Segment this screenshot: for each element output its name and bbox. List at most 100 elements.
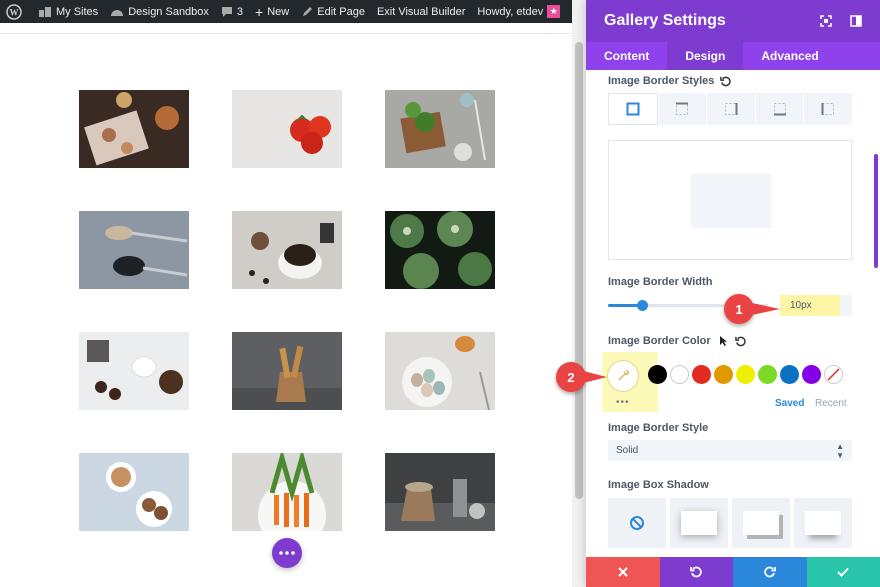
undo-icon [690, 566, 702, 578]
swatch-none[interactable] [824, 365, 843, 384]
eyedropper-icon [618, 370, 629, 381]
gallery-image-tomatoes[interactable] [232, 90, 342, 168]
swatch-purple[interactable] [802, 365, 821, 384]
border-sides-selector [608, 93, 852, 125]
border-width-slider-handle[interactable] [637, 300, 648, 311]
shadow-preview-1 [681, 511, 717, 535]
section-divider [0, 33, 572, 34]
border-preview-element [691, 174, 771, 228]
site-name-label: Design Sandbox [128, 5, 209, 18]
more-dots-icon [279, 551, 295, 555]
dock-panel-icon[interactable] [850, 15, 862, 27]
site-name-menu[interactable]: Design Sandbox [104, 0, 215, 23]
avatar: ★ [547, 5, 561, 18]
shadow-preset-3[interactable] [794, 498, 852, 548]
reset-icon[interactable] [720, 76, 732, 87]
tab-design[interactable]: Design [667, 42, 744, 70]
border-styles-label-row: Image Border Styles [608, 75, 732, 87]
canvas-scrollbar-thumb[interactable] [575, 42, 583, 499]
swatch-white[interactable] [670, 365, 689, 384]
border-width-input[interactable]: 10px [780, 295, 840, 316]
cancel-button[interactable] [586, 557, 660, 587]
box-shadow-label: Image Box Shadow [608, 479, 709, 491]
greeting-label: Howdy, etdev [477, 5, 544, 18]
border-right-icon [724, 103, 738, 115]
close-icon [618, 567, 628, 577]
border-bottom-icon [773, 103, 786, 116]
edit-page-link[interactable]: Edit Page [295, 0, 371, 23]
gallery-image-carrots[interactable] [232, 453, 342, 531]
comments-link[interactable]: 3 [215, 0, 249, 23]
shadow-preset-1[interactable] [670, 498, 728, 548]
settings-panel: Gallery Settings Content Design Advanced… [586, 0, 880, 587]
shadow-preset-2[interactable] [732, 498, 790, 548]
panel-scrollbar[interactable] [874, 154, 878, 268]
tab-content[interactable]: Content [586, 42, 667, 70]
gallery-image-coffee[interactable] [232, 211, 342, 289]
module-options-button[interactable] [272, 538, 302, 568]
recent-colors-tab[interactable]: Recent [815, 398, 847, 409]
color-picker-button[interactable] [607, 360, 639, 392]
border-all-icon [626, 102, 640, 116]
exit-visual-builder-link[interactable]: Exit Visual Builder [371, 0, 471, 23]
gallery-image-cookies[interactable] [79, 332, 189, 410]
border-top-button[interactable] [658, 93, 707, 125]
callout-badge-1: 1 [724, 294, 754, 324]
callout-pointer-1 [752, 303, 780, 315]
new-content-menu[interactable]: + New [249, 0, 295, 23]
gallery-image-bread[interactable] [232, 332, 342, 410]
border-right-button[interactable] [707, 93, 755, 125]
svg-text:W: W [10, 7, 19, 17]
dashboard-icon [111, 9, 124, 16]
checkmark-icon [837, 567, 849, 577]
border-left-icon [821, 103, 835, 115]
swatch-black[interactable] [648, 365, 667, 384]
cursor-icon [719, 336, 727, 346]
swatch-green[interactable] [758, 365, 777, 384]
panel-footer [586, 557, 880, 587]
color-swatches [648, 365, 843, 384]
gallery-image-sack[interactable] [385, 453, 495, 531]
swatch-orange[interactable] [714, 365, 733, 384]
comments-count: 3 [236, 5, 244, 18]
exit-builder-label: Exit Visual Builder [376, 5, 466, 18]
more-colors-icon[interactable]: ••• [616, 397, 630, 408]
undo-button[interactable] [659, 557, 733, 587]
border-bottom-button[interactable] [755, 93, 804, 125]
border-style-select[interactable]: Solid ▲ ▼ [608, 440, 852, 461]
border-left-button[interactable] [804, 93, 852, 125]
border-all-sides-button[interactable] [608, 93, 658, 125]
gallery-image-tea[interactable] [79, 453, 189, 531]
plus-icon: + [255, 3, 264, 20]
no-color-icon [827, 368, 840, 381]
my-sites-menu[interactable]: My Sites [32, 0, 104, 23]
gallery-image-squash[interactable] [385, 211, 495, 289]
wordpress-logo[interactable]: W [0, 0, 32, 23]
swatch-yellow[interactable] [736, 365, 755, 384]
gallery-image-eggs[interactable] [385, 332, 495, 410]
gallery-image-herbs[interactable] [385, 90, 495, 168]
swatch-red[interactable] [692, 365, 711, 384]
account-menu[interactable]: Howdy, etdev ★ [471, 0, 566, 23]
border-top-icon [676, 102, 689, 115]
panel-header: Gallery Settings [586, 0, 880, 42]
redo-button[interactable] [733, 557, 807, 587]
border-color-label: Image Border Color [608, 335, 711, 347]
tab-advanced[interactable]: Advanced [743, 42, 836, 70]
wp-admin-bar: W My Sites Design Sandbox 3 + New Edit P… [0, 0, 586, 23]
gallery-image-spoons[interactable] [79, 211, 189, 289]
border-style-label: Image Border Style [608, 422, 709, 434]
new-label: New [267, 5, 290, 18]
page-canvas [0, 23, 572, 587]
gallery-image-dessert[interactable] [79, 90, 189, 168]
save-button[interactable] [806, 557, 880, 587]
shadow-preview-3 [805, 511, 841, 535]
swatch-blue[interactable] [780, 365, 799, 384]
expand-icon[interactable] [820, 15, 832, 27]
border-width-label: Image Border Width [608, 276, 713, 288]
saved-colors-tab[interactable]: Saved [775, 398, 804, 409]
shadow-preset-none[interactable] [608, 498, 666, 548]
reset-color-icon[interactable] [734, 336, 746, 347]
border-styles-label: Image Border Styles [608, 75, 715, 87]
border-preview [608, 140, 852, 260]
